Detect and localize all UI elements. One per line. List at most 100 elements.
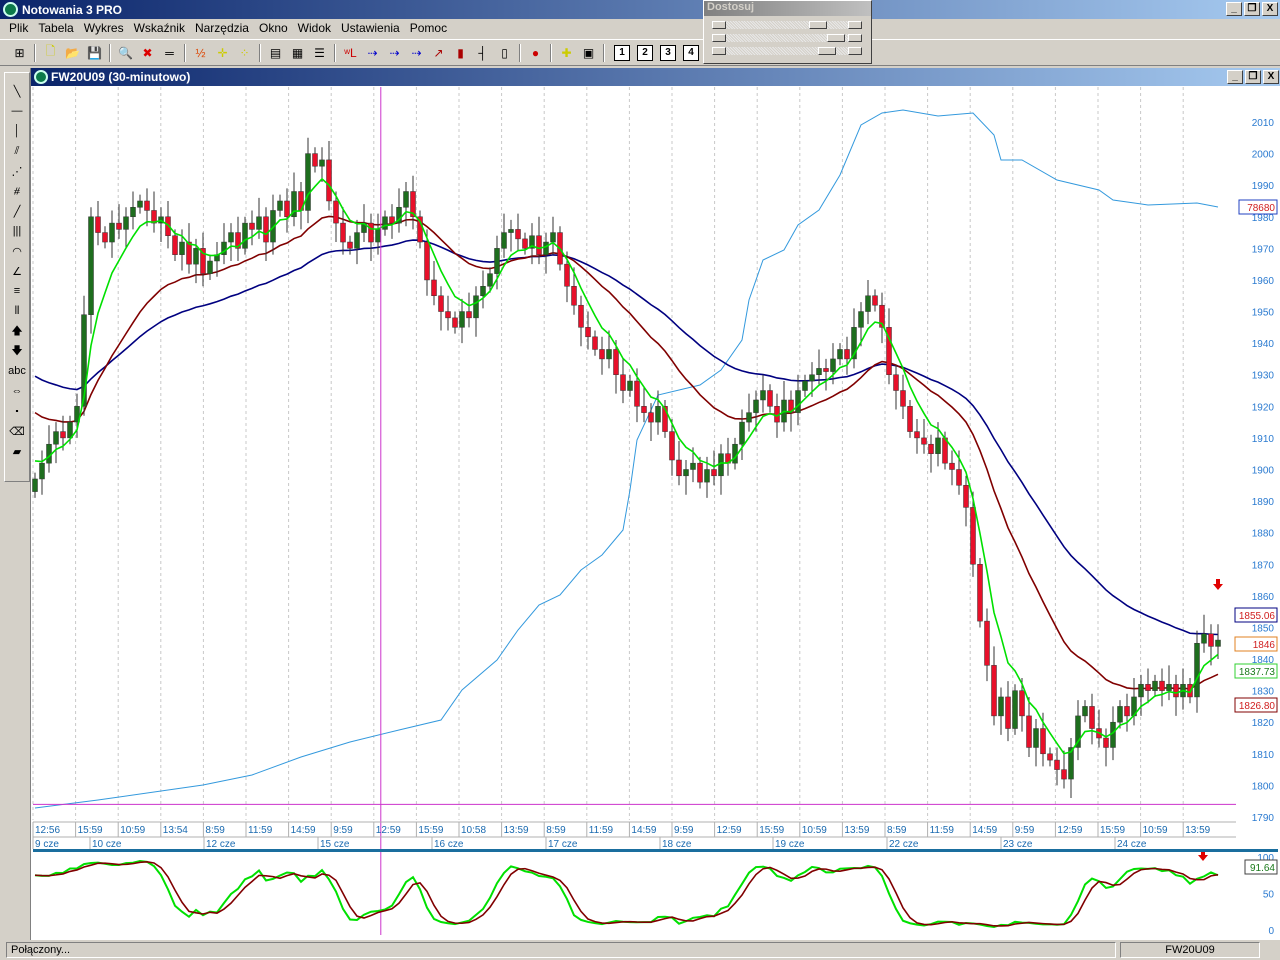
- slider-thumb[interactable]: [826, 34, 845, 42]
- time-label: 8:59: [546, 825, 566, 836]
- candle-up: [837, 349, 843, 360]
- candle-down: [1208, 633, 1214, 647]
- candle-up: [242, 222, 248, 249]
- candle-down: [95, 216, 101, 233]
- candle-down: [326, 159, 332, 202]
- candle-up: [830, 358, 836, 372]
- date-label: 22 cze: [889, 839, 919, 850]
- candle-up: [256, 216, 262, 230]
- time-label: 13:59: [844, 825, 869, 836]
- date-label: 10 cze: [92, 839, 122, 850]
- candle-up: [795, 390, 801, 413]
- adjust-slider-2[interactable]: [712, 34, 862, 42]
- slider-thumb[interactable]: [809, 21, 828, 29]
- time-label: 14:59: [972, 825, 997, 836]
- candle-up: [501, 232, 507, 249]
- candle-up: [67, 421, 73, 439]
- candle-down: [977, 564, 983, 622]
- oscillator-value-text: 91.64: [1250, 863, 1275, 874]
- candle-down: [599, 349, 605, 360]
- candle-up: [382, 216, 388, 230]
- candle-down: [592, 336, 598, 350]
- candle-up: [1110, 721, 1116, 748]
- candle-up: [732, 443, 738, 464]
- time-label: 11:59: [930, 825, 955, 836]
- candle-down: [844, 349, 850, 360]
- price-tick-label: 1830: [1252, 687, 1275, 698]
- candle-down: [333, 200, 339, 224]
- candle-down: [697, 462, 703, 483]
- price-tick-label: 1960: [1252, 276, 1275, 287]
- adjust-panel-title[interactable]: Dostosuj: [704, 1, 871, 16]
- candle-down: [284, 200, 290, 218]
- candle-down: [914, 431, 920, 439]
- candle-up: [228, 232, 234, 243]
- date-label: 9 cze: [35, 839, 59, 850]
- time-label: 15:59: [78, 825, 103, 836]
- time-label: 12:56: [35, 825, 60, 836]
- candle-down: [676, 459, 682, 477]
- slider-track[interactable]: [726, 21, 848, 29]
- candle-up: [109, 222, 115, 243]
- price-tick-label: 1950: [1252, 308, 1275, 319]
- candle-up: [508, 229, 514, 233]
- long-ma-value: 1855.06: [1234, 607, 1278, 623]
- date-label: 19 cze: [775, 839, 805, 850]
- adjust-slider-1[interactable]: [712, 21, 862, 29]
- candle-up: [32, 478, 38, 492]
- candle-down: [963, 485, 969, 508]
- slider-thumb[interactable]: [817, 47, 836, 55]
- candle-down: [970, 507, 976, 565]
- price-tick-label: 1870: [1252, 560, 1275, 571]
- date-label: 16 cze: [434, 839, 464, 850]
- candle-down: [921, 437, 927, 445]
- candle-up: [480, 286, 486, 296]
- candle-down: [438, 295, 444, 312]
- candle-up: [1082, 706, 1088, 717]
- adjust-slider-3[interactable]: [712, 47, 862, 55]
- candle-down: [900, 390, 906, 407]
- time-label: 10:59: [120, 825, 145, 836]
- price-tick-label: 2010: [1252, 118, 1275, 129]
- stochastic-d-line: [34, 861, 1219, 927]
- last-price-value-text: 1846: [1253, 640, 1276, 651]
- date-label: 23 cze: [1003, 839, 1033, 850]
- candle-up: [375, 229, 381, 243]
- candle-down: [536, 235, 542, 255]
- candle-up: [1194, 642, 1200, 698]
- candle-up: [606, 349, 612, 360]
- candle-down: [578, 304, 584, 328]
- candle-up: [543, 241, 549, 255]
- candle-down: [669, 431, 675, 461]
- price-chart[interactable]: 1790180018101820183018401850186018701880…: [0, 0, 1280, 960]
- slider-right-button[interactable]: [848, 34, 862, 42]
- status-bar: Połączony... FW20U09: [0, 940, 1280, 960]
- candle-up: [746, 412, 752, 423]
- short-ma-value: 1837.73: [1234, 663, 1278, 679]
- price-tick-label: 1790: [1252, 813, 1275, 824]
- time-label: 15:59: [759, 825, 784, 836]
- slider-left-button[interactable]: [712, 21, 726, 29]
- date-label: 24 cze: [1117, 839, 1147, 850]
- candle-down: [1089, 706, 1095, 729]
- candle-up: [473, 295, 479, 319]
- candle-up: [683, 469, 689, 477]
- candle-up: [403, 191, 409, 208]
- candle-down: [389, 216, 395, 224]
- slider-right-button[interactable]: [848, 47, 862, 55]
- candle-down: [767, 390, 773, 407]
- slider-left-button[interactable]: [712, 47, 726, 55]
- candle-up: [179, 241, 185, 255]
- candle-up: [305, 153, 311, 211]
- candle-down: [340, 222, 346, 243]
- slider-right-button[interactable]: [848, 21, 862, 29]
- candle-down: [984, 620, 990, 666]
- candle-down: [1026, 715, 1032, 748]
- price-tick-label: 1990: [1252, 181, 1275, 192]
- candle-up: [858, 311, 864, 328]
- time-label: 8:59: [205, 825, 225, 836]
- time-label: 13:59: [1185, 825, 1210, 836]
- slider-left-button[interactable]: [712, 34, 726, 42]
- candle-down: [172, 235, 178, 255]
- candle-up: [690, 462, 696, 470]
